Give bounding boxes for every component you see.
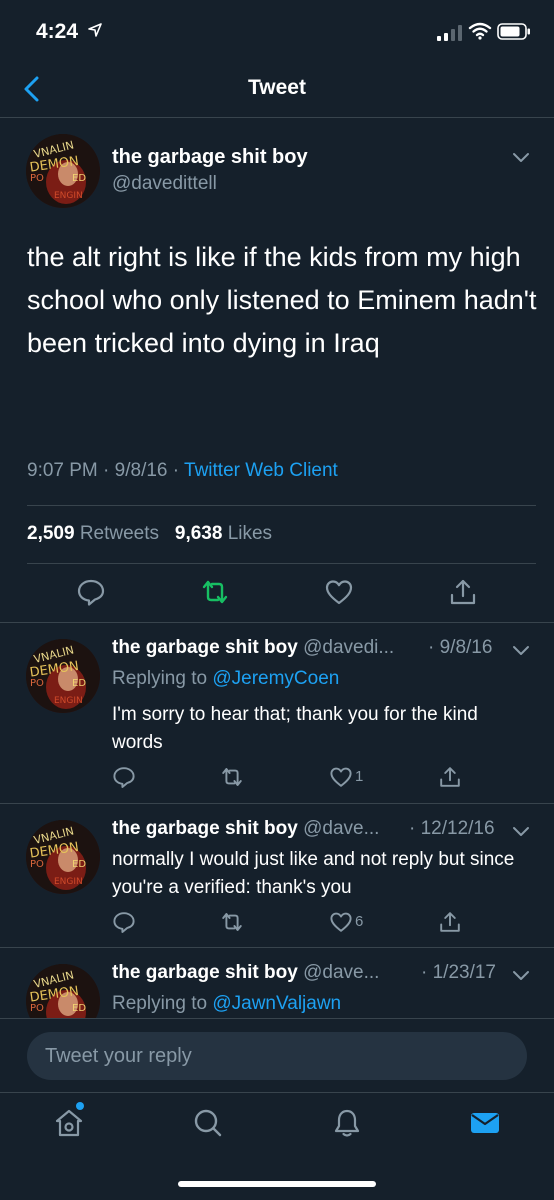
status-time: 4:24 — [36, 20, 79, 43]
avatar[interactable] — [26, 639, 100, 713]
reply-display-name[interactable]: the garbage shit boy — [112, 637, 298, 658]
page-title: Tweet — [248, 76, 306, 99]
reply-date: · 9/8/16 — [428, 637, 493, 658]
status-bar: 4:24 — [0, 0, 554, 62]
replying-to: Replying to @JeremyCoen — [112, 668, 339, 690]
like-icon[interactable] — [324, 577, 354, 607]
home-icon[interactable] — [53, 1107, 85, 1139]
reply-text: normally I would just like and not reply… — [112, 849, 515, 898]
reply-composer — [0, 1018, 554, 1092]
reply-header: the garbage shit boy @davedi... — [112, 637, 394, 659]
main-tweet: the garbage shit boy @davedittell the al… — [0, 118, 554, 623]
replying-to-label: Replying to — [112, 668, 208, 689]
avatar[interactable] — [26, 964, 100, 1018]
tweet-meta: 9:07 PM · 9/8/16 · Twitter Web Client — [27, 460, 338, 482]
reply-display-name[interactable]: the garbage shit boy — [112, 962, 298, 983]
author-handle[interactable]: @davedittell — [112, 173, 217, 195]
replying-to-label: Replying to — [112, 993, 208, 1014]
replying-to: Replying to @JawnValjawn — [112, 993, 341, 1015]
chevron-down-icon[interactable] — [512, 645, 530, 657]
like-count: 6 — [355, 913, 364, 930]
likes-label[interactable]: Likes — [228, 523, 272, 544]
tweet-time: 9:07 PM — [27, 460, 98, 481]
reply-handle[interactable]: @dave... — [303, 818, 379, 839]
replying-to-link[interactable]: @JeremyCoen — [212, 668, 339, 689]
chevron-down-icon[interactable] — [512, 970, 530, 982]
messages-icon[interactable] — [469, 1107, 501, 1139]
tweet-text: the alt right is like if the kids from m… — [27, 242, 537, 358]
reply-actions: 6 — [0, 910, 554, 938]
retweet-icon[interactable] — [220, 910, 244, 934]
wifi-icon — [468, 22, 492, 40]
reply-tweet[interactable]: the garbage shit boy @dave... · 12/12/16… — [0, 804, 554, 948]
author-display-name[interactable]: the garbage shit boy — [112, 146, 308, 169]
share-icon[interactable] — [438, 910, 462, 934]
like-count: 1 — [355, 768, 364, 785]
reply-handle[interactable]: @davedi... — [303, 637, 394, 658]
notifications-icon[interactable] — [331, 1107, 363, 1139]
battery-icon — [497, 23, 530, 40]
location-arrow-icon — [88, 23, 102, 37]
share-icon[interactable] — [448, 577, 478, 607]
retweets-label[interactable]: Retweets — [80, 523, 159, 544]
like-icon[interactable] — [329, 910, 353, 934]
replying-to-link[interactable]: @JawnValjawn — [212, 993, 341, 1014]
retweet-icon[interactable] — [220, 765, 244, 789]
reply-actions: 1 — [0, 765, 554, 793]
share-icon[interactable] — [438, 765, 462, 789]
reply-handle[interactable]: @dave... — [303, 962, 379, 983]
divider — [27, 505, 536, 506]
avatar[interactable] — [26, 820, 100, 894]
reply-header: the garbage shit boy @dave... — [112, 818, 379, 840]
reply-icon[interactable] — [112, 765, 136, 789]
retweets-count[interactable]: 2,509 — [27, 523, 75, 544]
reply-icon[interactable] — [112, 910, 136, 934]
reply-icon[interactable] — [76, 577, 106, 607]
reply-date: · 1/23/17 — [421, 962, 496, 983]
like-icon[interactable] — [329, 765, 353, 789]
likes-count[interactable]: 9,638 — [175, 523, 223, 544]
tweet-client-link[interactable]: Twitter Web Client — [184, 460, 338, 481]
reply-display-name[interactable]: the garbage shit boy — [112, 818, 298, 839]
reply-text: I'm sorry to hear that; thank you for th… — [112, 704, 478, 753]
retweet-icon[interactable] — [200, 577, 230, 607]
avatar[interactable] — [26, 134, 100, 208]
meta-separator: · — [172, 460, 185, 481]
chevron-down-icon[interactable] — [512, 152, 530, 164]
notification-dot — [76, 1102, 84, 1110]
reply-tweet[interactable]: the garbage shit boy @davedi... · 9/8/16… — [0, 623, 554, 804]
tweet-actions — [0, 573, 554, 613]
navigation-bar: Tweet — [0, 62, 554, 118]
tweet-stats: 2,509 Retweets 9,638 Likes — [27, 523, 272, 545]
meta-separator: · — [103, 460, 115, 481]
divider — [27, 563, 536, 564]
chevron-down-icon[interactable] — [512, 826, 530, 838]
cellular-signal-icon — [437, 25, 462, 41]
reply-date: · 12/12/16 — [409, 818, 495, 839]
reply-tweet[interactable]: the garbage shit boy @dave... · 1/23/17 … — [0, 948, 554, 1018]
search-icon[interactable] — [192, 1107, 224, 1139]
home-indicator — [178, 1181, 376, 1187]
tweet-date: 9/8/16 — [114, 460, 168, 481]
reply-header: the garbage shit boy @dave... — [112, 962, 379, 984]
reply-input[interactable] — [27, 1032, 527, 1080]
